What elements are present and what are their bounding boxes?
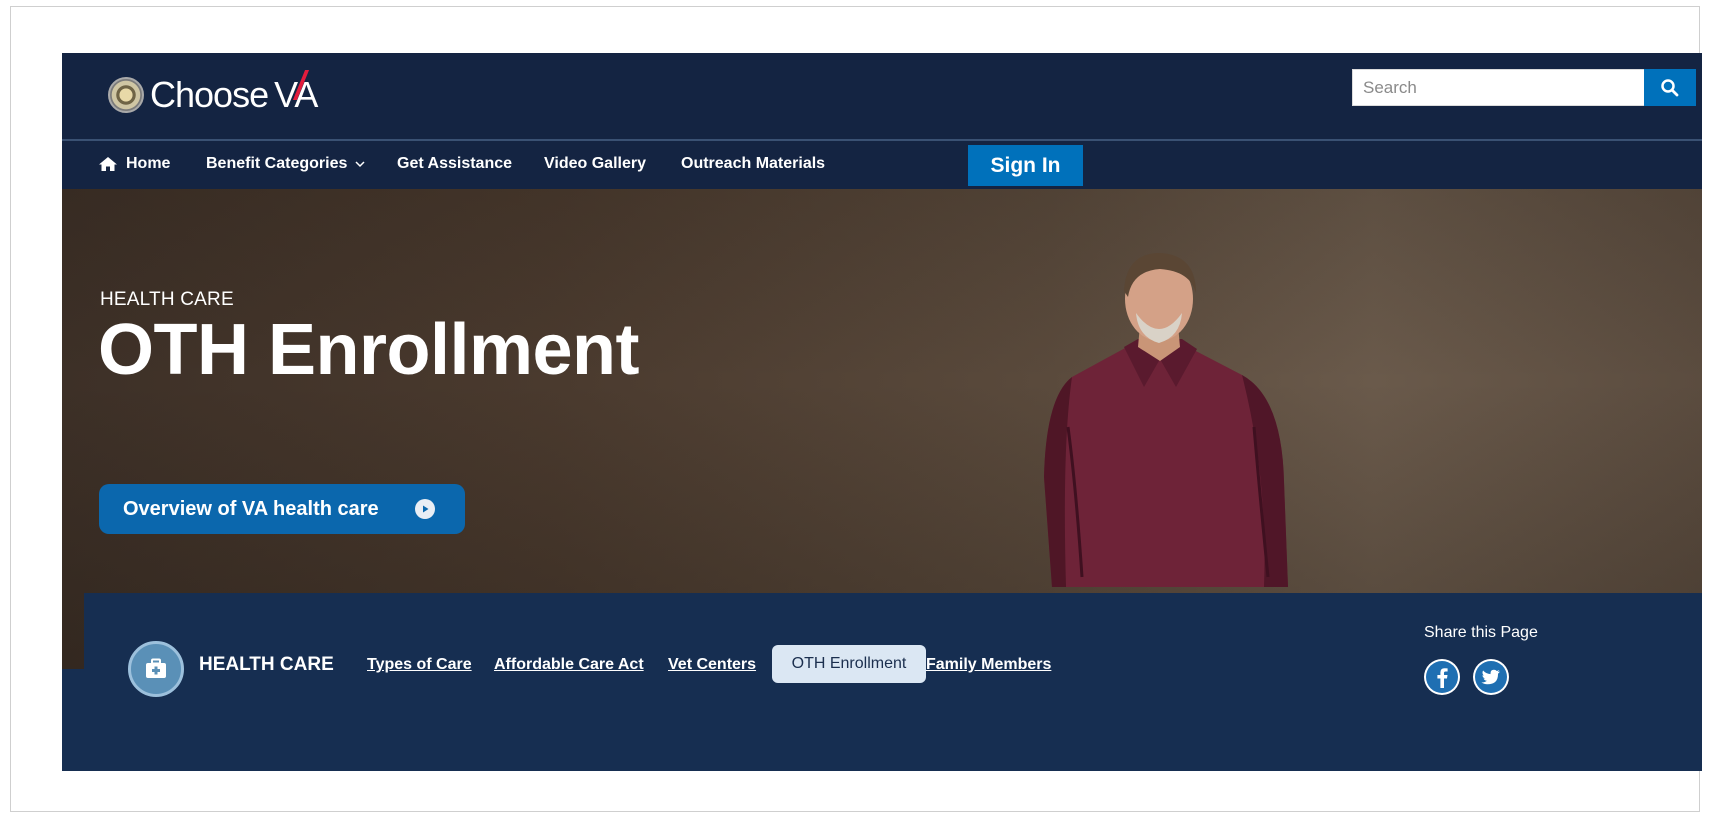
search-icon	[1661, 78, 1679, 96]
overview-health-care-button[interactable]: Overview of VA health care	[99, 484, 465, 534]
nav-item-label: Outreach Materials	[681, 155, 826, 172]
veteran-photo	[1044, 253, 1288, 587]
subnav-link-vet-centers[interactable]: Vet Centers	[668, 656, 756, 674]
subnav-section-title: HEALTH CARE	[199, 654, 334, 675]
twitter-share-button[interactable]	[1473, 659, 1509, 695]
play-icon	[414, 499, 435, 519]
main-nav: Home Benefit Categories Get Assistance V…	[62, 141, 1702, 189]
hero-kicker: HEALTH CARE	[100, 289, 234, 310]
section-subnav: HEALTH CARE Types of Care Affordable Car…	[84, 593, 1702, 771]
chevron-down-icon	[355, 161, 365, 168]
nav-item-outreach-materials[interactable]: Outreach Materials	[681, 155, 825, 173]
page-title: OTH Enrollment	[98, 310, 640, 390]
logo-word: Choose	[150, 74, 269, 115]
nav-item-home[interactable]: Home	[98, 155, 170, 173]
home-icon	[99, 157, 117, 171]
nav-item-label: Video Gallery	[544, 155, 646, 172]
facebook-share-button[interactable]	[1424, 659, 1460, 695]
facebook-icon	[1426, 661, 1458, 693]
sign-in-button[interactable]: Sign In	[968, 145, 1083, 186]
subnav-edge	[62, 669, 84, 771]
site-header: Choose VA	[62, 53, 1702, 139]
nav-item-label: Benefit Categories	[206, 155, 348, 172]
nav-item-video-gallery[interactable]: Video Gallery	[544, 155, 646, 173]
subnav-link-types-of-care[interactable]: Types of Care	[367, 656, 472, 674]
overview-button-label: Overview of VA health care	[123, 497, 379, 520]
nav-item-benefit-categories[interactable]: Benefit Categories	[206, 155, 365, 173]
share-this-page-label: Share this Page	[1424, 624, 1538, 641]
choose-va-site: Choose VA Home	[62, 53, 1702, 771]
search-button[interactable]	[1644, 69, 1696, 106]
nav-item-label: Get Assistance	[397, 155, 513, 172]
choose-va-logo[interactable]: Choose VA	[108, 65, 318, 125]
subnav-link-family-members[interactable]: Family Members	[926, 656, 1051, 674]
subnav-link-oth-enrollment[interactable]: OTH Enrollment	[772, 645, 926, 683]
nav-item-get-assistance[interactable]: Get Assistance	[397, 155, 512, 173]
screenshot-frame: Choose VA Home	[10, 6, 1702, 812]
twitter-icon	[1475, 661, 1507, 693]
health-care-icon	[128, 641, 184, 697]
nav-item-label: Home	[126, 155, 171, 172]
va-seal-icon	[108, 77, 144, 113]
subnav-link-affordable-care-act[interactable]: Affordable Care Act	[494, 656, 644, 674]
search-input[interactable]	[1352, 69, 1645, 106]
logo-brand: VA	[271, 70, 318, 116]
